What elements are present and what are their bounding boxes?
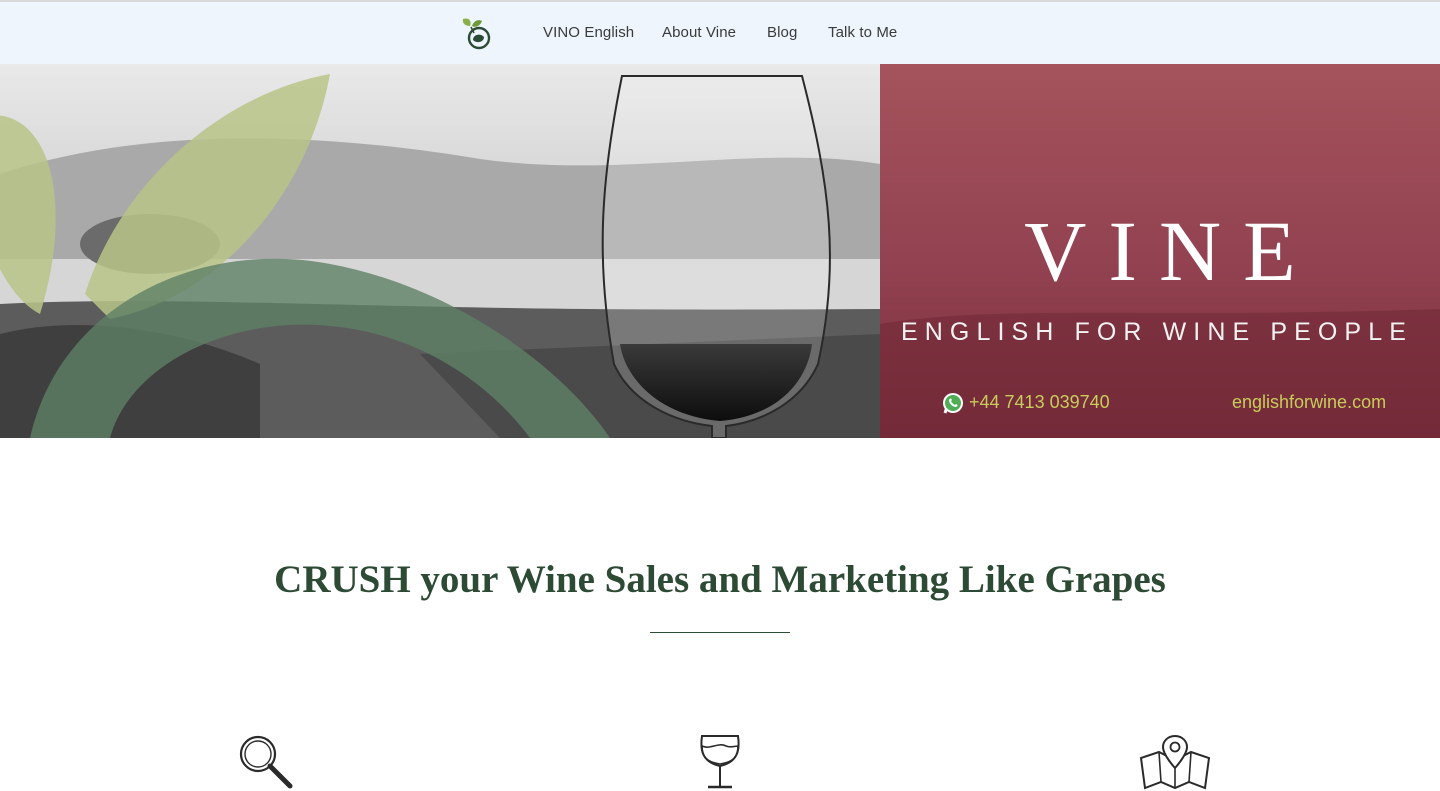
vine-leaf-logo-icon[interactable] bbox=[459, 16, 493, 52]
page-headline: CRUSH your Wine Sales and Marketing Like… bbox=[274, 558, 1166, 601]
hero-website[interactable]: englishforwine.com bbox=[1232, 392, 1386, 413]
hero-subtitle: ENGLISH FOR WINE PEOPLE bbox=[901, 318, 1413, 346]
nav-link-vino-english[interactable]: VINO English bbox=[543, 24, 634, 41]
headline-divider bbox=[650, 632, 790, 633]
nav-link-talk-to-me[interactable]: Talk to Me bbox=[828, 24, 897, 41]
map-pin-icon bbox=[1139, 734, 1211, 791]
nav-link-about-vine[interactable]: About Vine bbox=[662, 24, 736, 41]
whatsapp-icon bbox=[941, 391, 965, 415]
site-header: VINO English About Vine Blog Talk to Me bbox=[0, 2, 1440, 64]
hero-title: VINE bbox=[1024, 203, 1318, 299]
nav-link-blog[interactable]: Blog bbox=[767, 24, 797, 41]
wine-glass-icon bbox=[698, 734, 742, 791]
magnifying-glass-icon bbox=[238, 734, 294, 791]
hero-phone-number[interactable]: +44 7413 039740 bbox=[969, 392, 1110, 413]
hero-banner: VINE ENGLISH FOR WINE PEOPLE bbox=[0, 64, 1440, 438]
